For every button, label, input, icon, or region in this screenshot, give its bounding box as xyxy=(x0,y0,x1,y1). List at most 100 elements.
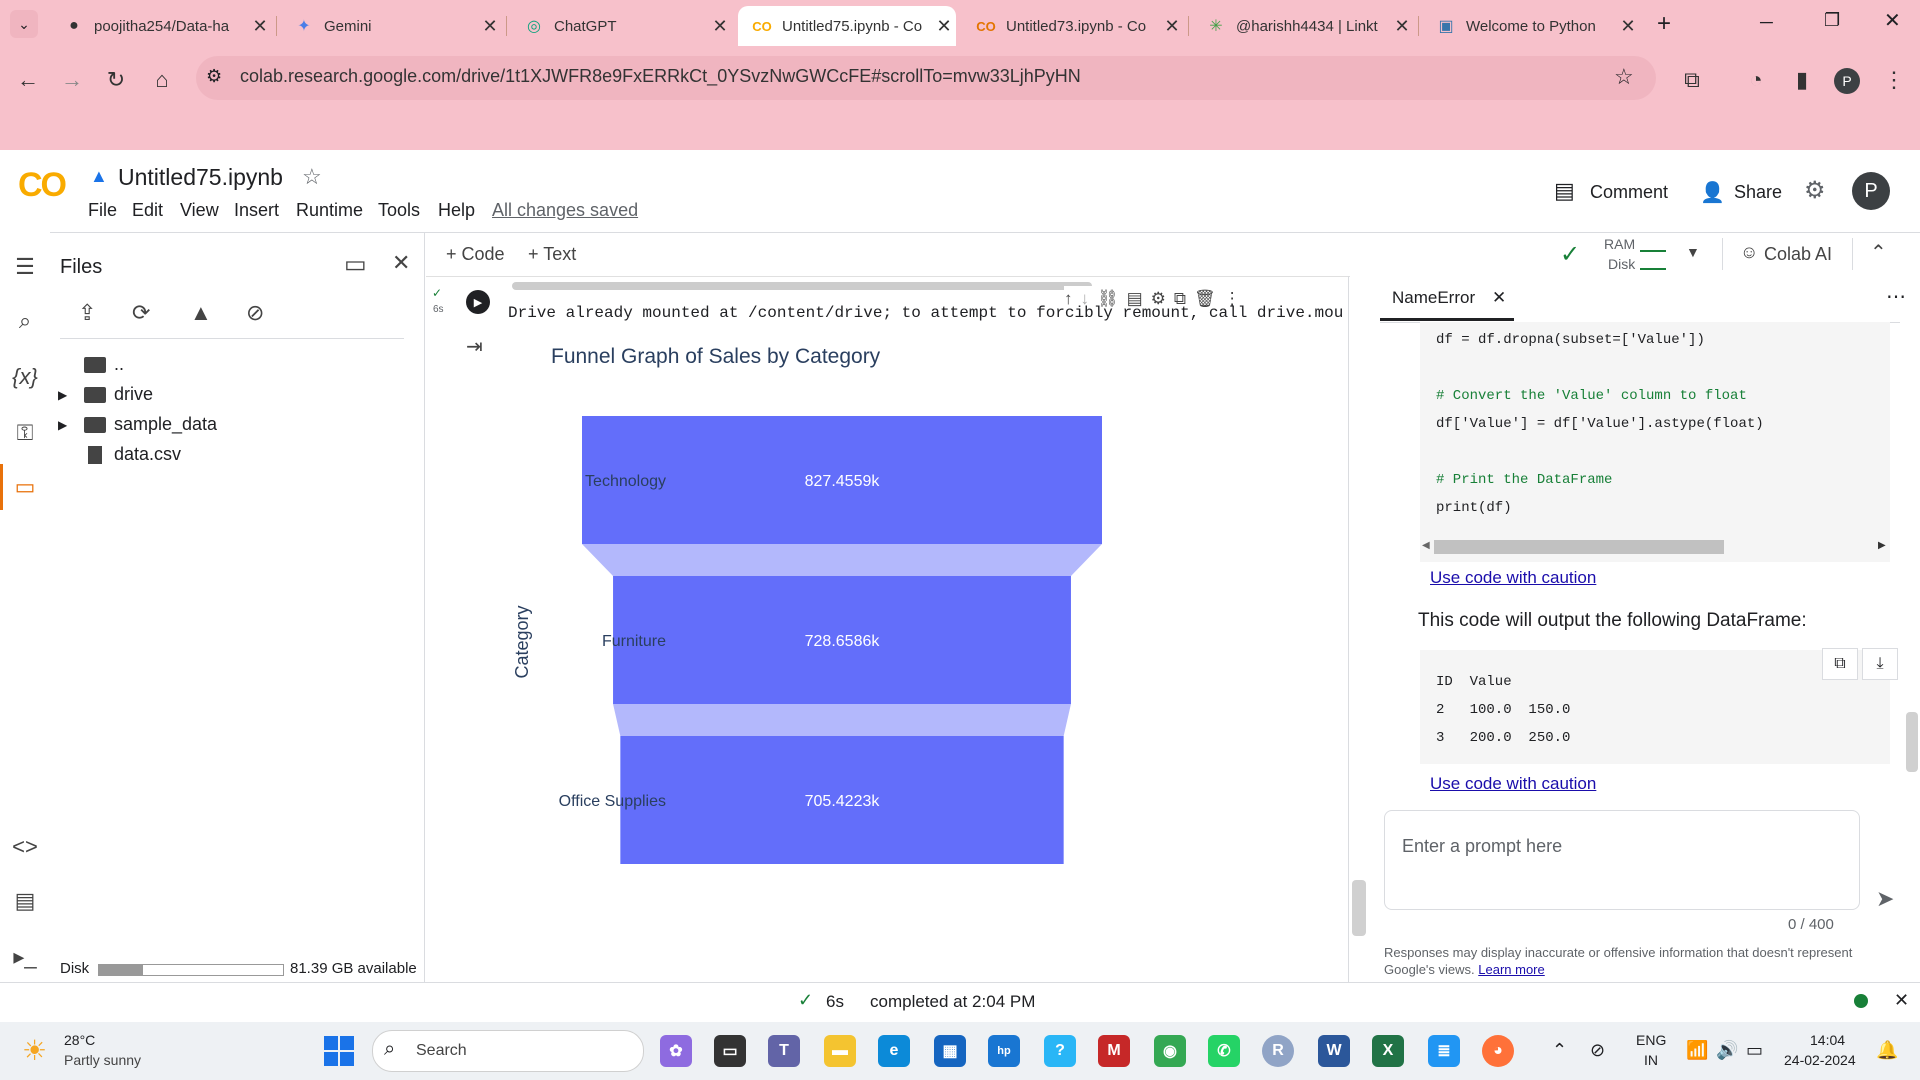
performance-icon[interactable]: ◔ xyxy=(1740,64,1772,96)
tab-close-icon[interactable]: ✕ xyxy=(932,16,956,37)
notebook-title[interactable]: Untitled75.ipynb xyxy=(118,164,283,191)
browser-tab[interactable]: ✳ @harishh4434 | Linkt ✕ xyxy=(1192,6,1414,46)
extensions-icon[interactable]: ⧉ xyxy=(1676,64,1708,96)
menu-help[interactable]: Help xyxy=(438,200,475,221)
language-region[interactable]: IN xyxy=(1644,1052,1658,1068)
menu-tools[interactable]: Tools xyxy=(378,200,420,221)
battery-icon[interactable]: ▭ xyxy=(1746,1040,1763,1061)
use-code-link[interactable]: Use code with caution xyxy=(1430,774,1596,794)
start-windows-icon[interactable] xyxy=(324,1036,354,1066)
myhp-icon[interactable]: hp xyxy=(988,1035,1020,1067)
terminal-icon[interactable]: ▸_ xyxy=(10,942,40,972)
notepad-icon[interactable]: ≣ xyxy=(1428,1035,1460,1067)
comment-button[interactable]: Comment xyxy=(1590,182,1668,203)
firefox-icon[interactable]: ◕ xyxy=(1482,1035,1514,1067)
file-tree-item[interactable]: data.csv xyxy=(88,444,181,465)
file-tree-item[interactable]: .. xyxy=(84,354,124,375)
menu-edit[interactable]: Edit xyxy=(132,200,163,221)
scroll-left-icon[interactable]: ◀ xyxy=(1422,540,1430,551)
table-of-contents-icon[interactable]: ☰ xyxy=(10,252,40,282)
learn-more-link[interactable]: Learn more xyxy=(1478,962,1544,977)
browser-tab[interactable]: ● poojitha254/Data-ha ✕ xyxy=(50,6,272,46)
nameerror-tab[interactable]: NameError xyxy=(1392,288,1475,308)
tab-close-icon[interactable]: ✕ xyxy=(708,16,732,37)
collapse-header-icon[interactable]: ⌃ xyxy=(1870,240,1887,265)
prompt-input[interactable]: Enter a prompt here xyxy=(1402,836,1562,857)
expand-arrow-icon[interactable]: ▶ xyxy=(58,388,84,402)
command-palette-icon[interactable]: ▤ xyxy=(10,886,40,916)
upload-file-icon[interactable]: ⇪ xyxy=(78,300,96,326)
open-in-window-icon[interactable]: ▭ xyxy=(344,250,367,279)
browser-menu-icon[interactable]: ⋮ xyxy=(1878,64,1910,96)
browser-tab[interactable]: CO Untitled73.ipynb - Co ✕ xyxy=(962,6,1184,46)
file-explorer-icon[interactable]: ▬ xyxy=(824,1035,856,1067)
expand-arrow-icon[interactable]: ▶ xyxy=(58,418,84,432)
clock-date[interactable]: 24-02-2024 xyxy=(1784,1052,1856,1068)
bookmark-star-icon[interactable]: ☆ xyxy=(1614,64,1634,90)
browser-tab[interactable]: ▣ Welcome to Python ✕ xyxy=(1422,6,1640,46)
help-app-icon[interactable]: ? xyxy=(1044,1035,1076,1067)
notebook-scrollbar[interactable] xyxy=(1352,880,1366,936)
chrome-icon[interactable]: ◉ xyxy=(1154,1035,1186,1067)
teams-icon[interactable]: T xyxy=(768,1035,800,1067)
weather-icon[interactable]: ☀ xyxy=(22,1034,47,1067)
browser-tab-active[interactable]: CO Untitled75.ipynb - Co ✕ xyxy=(738,6,956,46)
minimize-icon[interactable]: ─ xyxy=(1760,12,1773,33)
scroll-right-icon[interactable]: ▶ xyxy=(1878,540,1886,551)
status-completed[interactable]: completed at 2:04 PM xyxy=(870,992,1035,1012)
forward-icon[interactable]: → xyxy=(56,64,88,96)
send-icon[interactable]: ➤ xyxy=(1876,886,1894,912)
browser-tab[interactable]: ◎ ChatGPT ✕ xyxy=(510,6,732,46)
menu-file[interactable]: File xyxy=(88,200,117,221)
variables-icon[interactable]: {x} xyxy=(10,362,40,392)
run-cell-button[interactable]: ▶ xyxy=(466,290,490,314)
close-tab-icon[interactable]: ✕ xyxy=(1492,288,1506,308)
tab-close-icon[interactable]: ✕ xyxy=(248,16,272,37)
secrets-key-icon[interactable]: ⚿ xyxy=(10,418,40,448)
clock-time[interactable]: 14:04 xyxy=(1810,1032,1845,1048)
code-snippets-icon[interactable]: <> xyxy=(10,832,40,862)
tab-close-icon[interactable]: ✕ xyxy=(1390,16,1414,37)
wifi-icon[interactable]: 📶 xyxy=(1686,1040,1708,1061)
add-text-button[interactable]: + Text xyxy=(528,244,576,265)
mcafee-icon[interactable]: M xyxy=(1098,1035,1130,1067)
excel-icon[interactable]: X xyxy=(1372,1035,1404,1067)
copy-icon[interactable]: ⧉ xyxy=(1822,648,1858,680)
notification-bell-icon[interactable]: 🔔 xyxy=(1876,1040,1898,1061)
code-hscrollbar[interactable] xyxy=(1434,540,1724,554)
tab-search-chevron-icon[interactable]: ⌄ xyxy=(10,10,38,38)
back-icon[interactable]: ← xyxy=(12,64,44,96)
star-icon[interactable]: ☆ xyxy=(302,164,322,190)
refresh-folder-icon[interactable]: ⟳ xyxy=(132,300,150,326)
r-app-icon[interactable]: R xyxy=(1262,1035,1294,1067)
save-status[interactable]: All changes saved xyxy=(492,200,638,221)
share-button[interactable]: Share xyxy=(1734,182,1782,203)
tab-close-icon[interactable]: ✕ xyxy=(478,16,502,37)
menu-view[interactable]: View xyxy=(180,200,219,221)
whatsapp-icon[interactable]: ✆ xyxy=(1208,1035,1240,1067)
task-view-icon[interactable]: ▭ xyxy=(714,1035,746,1067)
user-avatar[interactable]: P xyxy=(1852,172,1890,210)
widgets-app-icon[interactable]: ✿ xyxy=(660,1035,692,1067)
tab-close-icon[interactable]: ✕ xyxy=(1616,16,1640,37)
new-tab-icon[interactable]: + xyxy=(1650,10,1678,38)
tab-close-icon[interactable]: ✕ xyxy=(1160,16,1184,37)
close-status-icon[interactable]: ✕ xyxy=(1894,990,1909,1011)
tray-chevron-icon[interactable]: ⌃ xyxy=(1552,1040,1567,1061)
files-folder-icon[interactable]: ▭ xyxy=(10,472,40,502)
restore-icon[interactable]: ❐ xyxy=(1824,10,1840,31)
file-tree-item[interactable]: ▶ drive xyxy=(58,384,153,405)
resources-dropdown-icon[interactable]: ▼ xyxy=(1686,244,1700,260)
file-tree-item[interactable]: ▶ sample_data xyxy=(58,414,217,435)
url-text[interactable]: colab.research.google.com/drive/1t1XJWFR… xyxy=(240,66,1081,87)
prompt-input-box[interactable] xyxy=(1384,810,1860,910)
language-eng[interactable]: ENG xyxy=(1636,1032,1666,1048)
volume-icon[interactable]: 🔊 xyxy=(1716,1040,1738,1061)
colab-logo[interactable]: CO xyxy=(18,166,67,205)
ai-panel-scrollbar[interactable] xyxy=(1906,712,1918,772)
use-code-link[interactable]: Use code with caution xyxy=(1430,568,1596,588)
side-panel-icon[interactable]: ▮ xyxy=(1786,64,1818,96)
network-off-icon[interactable]: ⊘ xyxy=(1590,1040,1605,1061)
browser-tab[interactable]: ✦ Gemini ✕ xyxy=(280,6,502,46)
insert-to-notebook-icon[interactable]: ⤓ xyxy=(1862,648,1898,680)
